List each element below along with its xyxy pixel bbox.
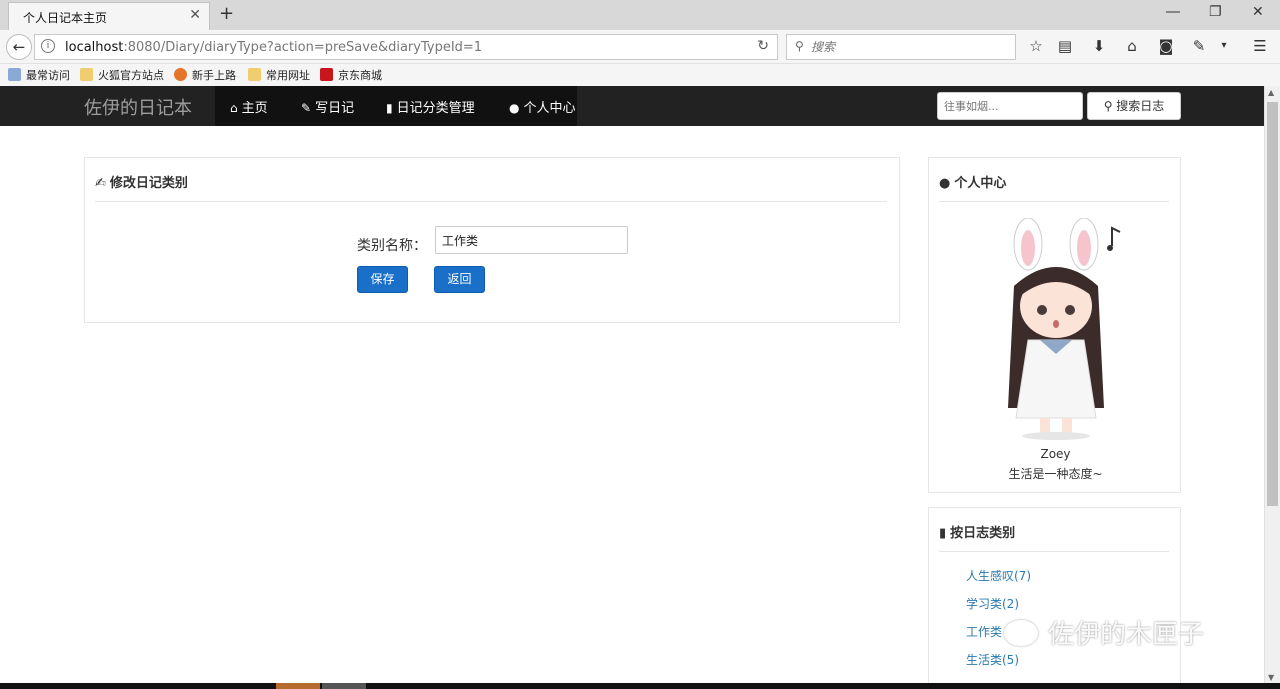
close-tab-icon[interactable]: ✕ bbox=[189, 7, 201, 23]
avatar bbox=[1008, 218, 1121, 440]
browser-tab[interactable]: 个人日记本主页 ✕ bbox=[8, 2, 210, 30]
category-panel: ▮ 按日志类别 人生感叹(7) 学习类(2) 工作类 生活类(5) bbox=[928, 507, 1181, 689]
watermark: 佐伊的木匣子 bbox=[1004, 614, 1204, 651]
folder-icon bbox=[248, 68, 261, 81]
edit-icon: ✍ bbox=[95, 176, 106, 191]
user-motto: 生活是一种态度~ bbox=[1008, 467, 1103, 481]
bookmarks-bar: 最常访问 火狐官方站点 新手上路 常用网址 京东商城 bbox=[0, 64, 1280, 86]
folder-icon bbox=[80, 68, 93, 81]
personal-center-panel: ● 个人中心 Zoey 生活是一种态度~ bbox=[928, 157, 1181, 493]
bookmark-common-sites[interactable]: 常用网址 bbox=[248, 67, 310, 83]
pocket-icon[interactable]: ◙ bbox=[1156, 37, 1176, 55]
bookmark-firefox-site[interactable]: 火狐官方站点 bbox=[80, 67, 164, 83]
category-name-input[interactable] bbox=[435, 226, 628, 254]
new-tab-icon[interactable]: + bbox=[219, 3, 234, 24]
home-icon: ⌂ bbox=[230, 101, 238, 115]
scroll-thumb[interactable] bbox=[1267, 102, 1278, 506]
user-icon: ● bbox=[509, 101, 520, 115]
taskbar-app[interactable] bbox=[322, 683, 366, 689]
diary-search-input[interactable] bbox=[937, 92, 1083, 120]
browser-toolbar: ← i localhost:8080/Diary/diaryType?actio… bbox=[0, 30, 1280, 64]
panel-header: ✍ 修改日记类别 bbox=[95, 172, 887, 202]
taskbar-app[interactable] bbox=[276, 683, 320, 689]
home-icon[interactable]: ⌂ bbox=[1122, 37, 1142, 55]
back-button[interactable]: 返回 bbox=[434, 266, 485, 293]
nav-personal-center[interactable]: ● 个人中心 bbox=[509, 97, 576, 116]
category-link[interactable]: 工作类 bbox=[966, 623, 1002, 640]
back-icon[interactable]: ← bbox=[6, 34, 32, 60]
user-icon: ● bbox=[939, 176, 951, 191]
most-visited-icon bbox=[8, 68, 21, 81]
bookmark-getting-started[interactable]: 新手上路 bbox=[174, 67, 236, 83]
page-scrollbar[interactable]: ▲ ▼ bbox=[1264, 86, 1280, 684]
save-button[interactable]: 保存 bbox=[357, 266, 408, 293]
bookmark-star-icon[interactable]: ☆ bbox=[1026, 37, 1046, 55]
close-window-icon[interactable]: ✕ bbox=[1252, 4, 1264, 20]
jd-icon bbox=[320, 68, 333, 81]
tab-title: 个人日记本主页 bbox=[23, 11, 108, 25]
site-brand[interactable]: 佐伊的日记本 bbox=[84, 94, 192, 120]
nav-write-diary[interactable]: ✎ 写日记 bbox=[301, 97, 354, 116]
book-icon: ▮ bbox=[939, 526, 947, 541]
extension-icon[interactable]: ✎ bbox=[1189, 37, 1209, 55]
firefox-icon bbox=[174, 68, 187, 81]
user-name: Zoey bbox=[1040, 447, 1071, 461]
site-navbar: 佐伊的日记本 ⌂主页 ✎写日记 ▮日记分类管理 ●个人中心 ⚲ 搜索日志 bbox=[0, 86, 1264, 126]
panel-title: ✍ 修改日记类别 bbox=[95, 176, 188, 191]
info-icon[interactable]: i bbox=[41, 39, 55, 53]
category-name-label: 类别名称： bbox=[357, 238, 427, 254]
extension-dropdown-icon[interactable]: ▾ bbox=[1214, 40, 1234, 51]
edit-category-panel: ✍修改日记类别 类别名称： 保存 返回 bbox=[84, 157, 900, 323]
nav-diary-category[interactable]: ▮ 日记分类管理 bbox=[386, 97, 475, 116]
reading-list-icon[interactable]: ▤ bbox=[1055, 37, 1075, 55]
panel-title: ● 个人中心 bbox=[939, 176, 1007, 191]
bookmark-jd[interactable]: 京东商城 bbox=[320, 67, 382, 83]
os-taskbar bbox=[0, 683, 1280, 689]
browser-search-box[interactable]: ⚲ bbox=[786, 34, 1016, 60]
category-link[interactable]: 人生感叹(7) bbox=[966, 567, 1031, 584]
nav-home[interactable]: ⌂ 主页 bbox=[230, 97, 268, 116]
book-icon: ▮ bbox=[386, 101, 393, 115]
diary-search-button[interactable]: ⚲ 搜索日志 bbox=[1087, 92, 1181, 120]
scroll-down-icon[interactable]: ▼ bbox=[1268, 673, 1274, 682]
bookmark-most-visited[interactable]: 最常访问 bbox=[8, 67, 70, 83]
menu-icon[interactable]: ☰ bbox=[1250, 37, 1270, 55]
download-icon[interactable]: ⬇ bbox=[1089, 37, 1109, 55]
search-icon: ⚲ bbox=[1103, 99, 1117, 113]
reload-icon[interactable]: ↻ bbox=[757, 38, 769, 54]
category-link[interactable]: 学习类(2) bbox=[966, 595, 1019, 612]
scroll-up-icon[interactable]: ▲ bbox=[1268, 88, 1274, 97]
pencil-icon: ✎ bbox=[301, 101, 312, 115]
panel-header: ● 个人中心 bbox=[939, 172, 1169, 202]
search-icon: ⚲ bbox=[795, 39, 804, 53]
address-bar[interactable]: i localhost:8080/Diary/diaryType?action=… bbox=[34, 34, 778, 60]
wechat-icon bbox=[1004, 620, 1038, 646]
browser-tab-bar: 个人日记本主页 ✕ + ― ❐ ✕ bbox=[0, 0, 1280, 30]
panel-title: ▮ 按日志类别 bbox=[939, 526, 1016, 541]
minimize-icon[interactable]: ― bbox=[1166, 4, 1180, 20]
url-text: localhost:8080/Diary/diaryType?action=pr… bbox=[65, 40, 483, 55]
category-link[interactable]: 生活类(5) bbox=[966, 651, 1019, 668]
panel-header: ▮ 按日志类别 bbox=[939, 522, 1169, 552]
restore-icon[interactable]: ❐ bbox=[1209, 4, 1222, 20]
browser-search-input[interactable] bbox=[811, 38, 1001, 56]
